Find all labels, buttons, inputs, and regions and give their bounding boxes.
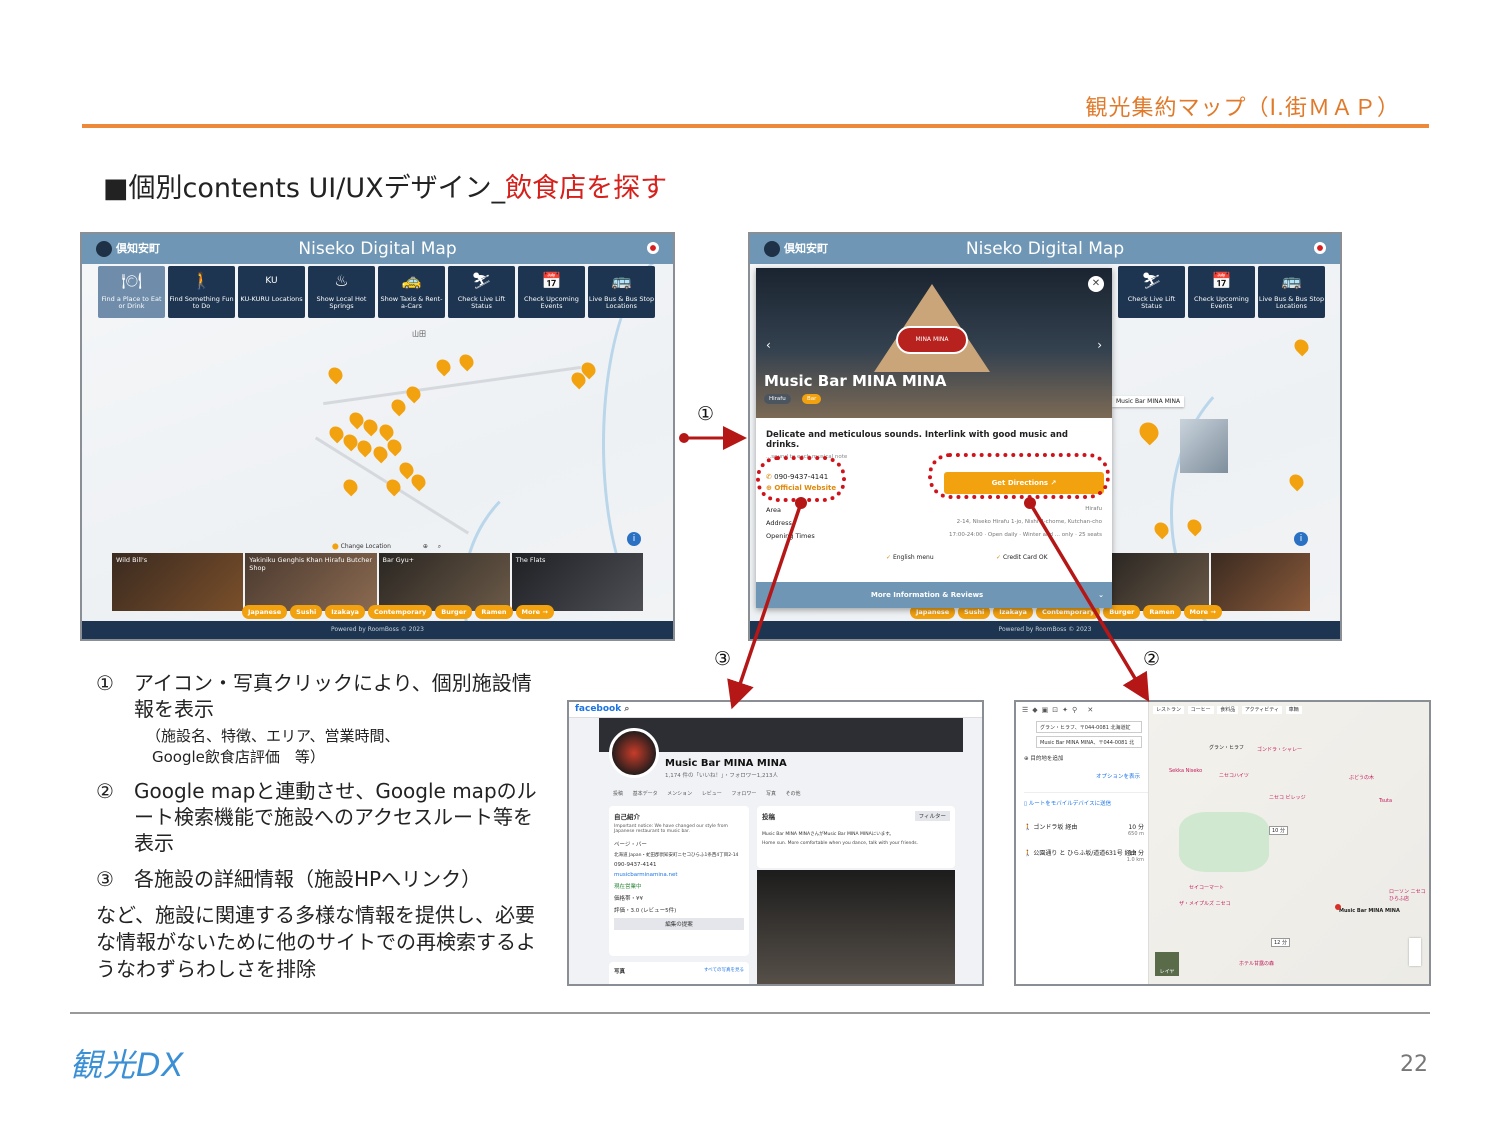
- arrow-step-2: [1028, 502, 1150, 703]
- arrow-step-3: [727, 502, 803, 710]
- note-text: アイコン・写真クリックにより、個別施設情報を表示: [134, 671, 532, 721]
- note-item-2: ② Google mapと連動させ、Google mapのルート検索機能で施設へ…: [96, 778, 546, 856]
- note-number: ③: [96, 867, 114, 891]
- note-number: ①: [96, 671, 114, 695]
- note-text: Google mapと連動させ、Google mapのルート検索機能で施設へのア…: [134, 779, 537, 855]
- step-marker-1: ①: [697, 403, 715, 425]
- note-item-1: ① アイコン・写真クリックにより、個別施設情報を表示: [96, 670, 546, 722]
- feature-notes: ① アイコン・写真クリックにより、個別施設情報を表示 （施設名、特徴、エリア、営…: [96, 670, 546, 983]
- note-summary: など、施設に関連する多様な情報を提供し、必要な情報がないために他のサイトでの再検…: [96, 903, 536, 981]
- footer-divider: [70, 1012, 1430, 1014]
- page-number: 22: [1400, 1052, 1428, 1077]
- note-number: ②: [96, 779, 114, 803]
- note-sub-1: （施設名、特徴、エリア、営業時間、: [146, 727, 400, 745]
- step-marker-3: ③: [714, 648, 732, 670]
- step-marker-2: ②: [1143, 648, 1161, 670]
- note-item-3: ③ 各施設の詳細情報（施設HPへリンク）: [96, 866, 546, 892]
- kanko-dx-logo: 観光DX: [70, 1046, 185, 1084]
- note-sub-2: Google飲食店評価 等）: [152, 748, 325, 766]
- note-text: 各施設の詳細情報（施設HPへリンク）: [134, 867, 482, 891]
